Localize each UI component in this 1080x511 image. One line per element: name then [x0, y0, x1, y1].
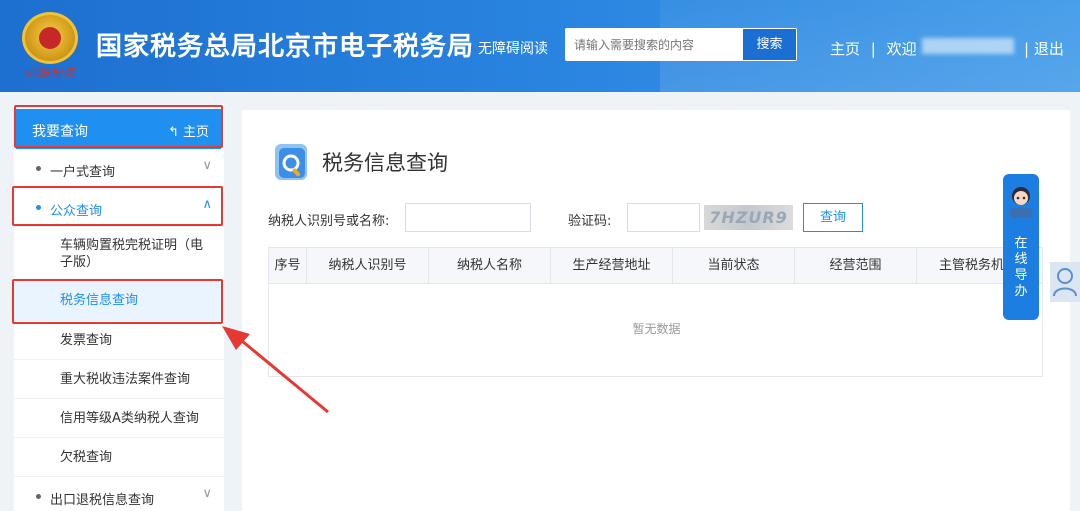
query-button[interactable]: 查询 [803, 203, 863, 232]
sidebar-subitem-owed-tax-query[interactable]: 欠税查询 [14, 438, 224, 477]
accessible-reading-link[interactable]: 无障碍阅读 [478, 38, 548, 58]
column-header: 纳税人识别号 [307, 248, 429, 284]
captcha-label: 验证码: [568, 214, 612, 229]
sidebar-title: 我要查询 [32, 124, 88, 140]
online-guide-button[interactable]: 在线导办 [1003, 174, 1039, 320]
captcha-input[interactable] [627, 203, 700, 232]
sidebar: 我要查询 ↰ 主页 一户式查询 ∨ 公众查询 ∧ 车辆购置税完税证明（电子版） 税… [14, 105, 224, 511]
header-links: 主页 | 欢迎 [830, 38, 923, 59]
results-table: 序号 纳税人识别号 纳税人名称 生产经营地址 当前状态 经营范围 主管税务机关 … [268, 247, 1043, 377]
chevron-down-icon: ∨ [202, 158, 212, 173]
logout-link[interactable]: | 退出 [1024, 38, 1064, 59]
search-box: 搜索 [565, 28, 797, 61]
column-header: 生产经营地址 [551, 248, 673, 284]
sidebar-home-button[interactable]: ↰ 主页 [168, 121, 209, 140]
column-header: 经营范围 [795, 248, 917, 284]
search-button[interactable]: 搜索 [743, 29, 796, 60]
sidebar-header: 我要查询 ↰ 主页 [16, 109, 221, 149]
sidebar-item-label: 一户式查询 [50, 165, 116, 180]
sidebar-item-label: 出口退税信息查询 [50, 493, 155, 508]
sidebar-item-export-rebate-query[interactable]: 出口退税信息查询 ∨ [14, 477, 224, 511]
sidebar-item-household-query[interactable]: 一户式查询 ∨ [14, 149, 224, 188]
bullet-icon [36, 494, 41, 499]
emblem-script: 中国税务 [24, 66, 77, 80]
online-guide-label: 在线导办 [1014, 236, 1028, 299]
column-header: 纳税人名称 [429, 248, 551, 284]
column-header: 当前状态 [673, 248, 795, 284]
user-service-icon[interactable] [1050, 262, 1080, 302]
taxpayer-label: 纳税人识别号或名称: [268, 214, 390, 229]
back-arrow-icon: ↰ [168, 125, 179, 140]
sidebar-item-label: 公众查询 [50, 204, 103, 219]
chevron-up-icon: ∧ [202, 197, 212, 212]
home-link[interactable]: 主页 [830, 40, 860, 58]
sidebar-subitem-tax-info-query[interactable]: 税务信息查询 [14, 281, 224, 321]
sidebar-subitem-credit-a-query[interactable]: 信用等级A类纳税人查询 [14, 399, 224, 438]
search-document-icon [275, 144, 307, 180]
taxpayer-input[interactable] [405, 203, 531, 232]
sidebar-subitem-violation-query[interactable]: 重大税收违法案件查询 [14, 360, 224, 399]
captcha-image[interactable]: 7HZUR9 [704, 205, 793, 230]
sidebar-subitem-invoice-query[interactable]: 发票查询 [14, 321, 224, 360]
sidebar-home-label: 主页 [182, 125, 209, 140]
sidebar-item-public-query[interactable]: 公众查询 ∧ [14, 188, 224, 227]
welcome-text: 欢迎 [886, 40, 917, 58]
empty-state-text: 暂无数据 [632, 322, 681, 336]
header-bar: 中国税务 国家税务总局北京市电子税务局 无障碍阅读 搜索 主页 | 欢迎 | 退… [0, 0, 1080, 92]
bullet-icon [36, 166, 41, 171]
tax-emblem-icon [22, 12, 78, 64]
header-separator: | [870, 40, 876, 58]
search-input[interactable] [566, 29, 744, 60]
bullet-icon [36, 205, 41, 210]
redacted-username [922, 38, 1014, 54]
sidebar-subitem-vehicle-tax[interactable]: 车辆购置税完税证明（电子版） [14, 227, 224, 281]
chevron-down-icon: ∨ [202, 486, 212, 501]
assistant-avatar-icon [1010, 187, 1032, 218]
table-header: 序号 纳税人识别号 纳税人名称 生产经营地址 当前状态 经营范围 主管税务机关 [269, 248, 1042, 284]
page-title: 税务信息查询 [322, 151, 448, 175]
site-title[interactable]: 国家税务总局北京市电子税务局 [96, 26, 474, 63]
column-header: 序号 [269, 248, 307, 284]
